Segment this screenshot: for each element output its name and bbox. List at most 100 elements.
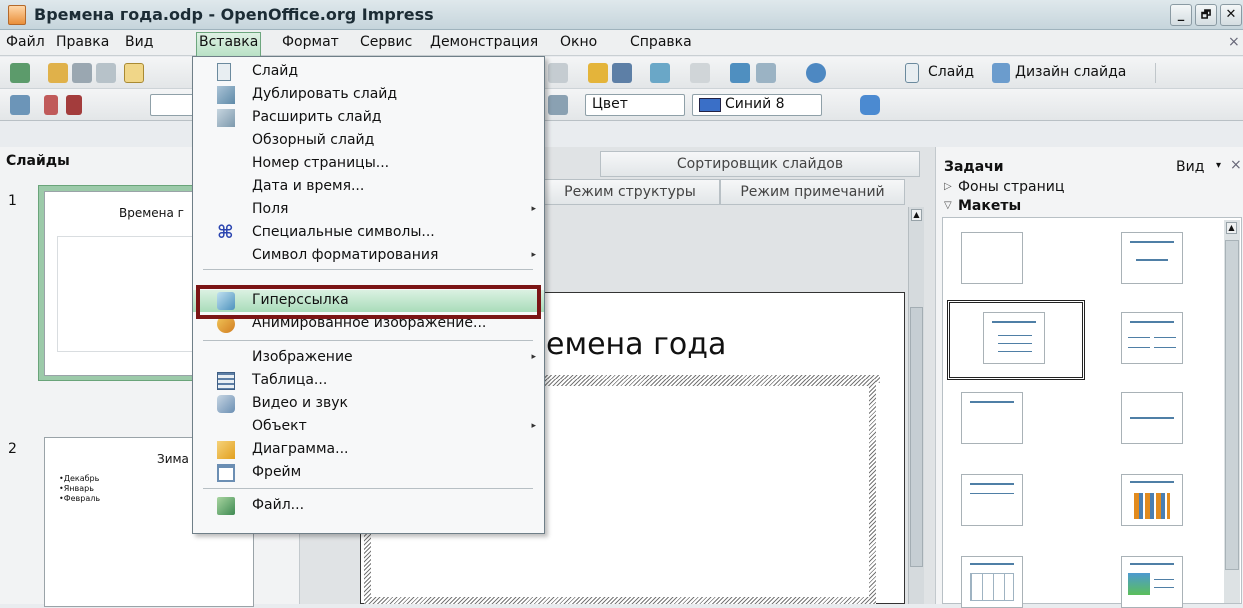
special-chars-icon: ⌘ <box>217 222 234 243</box>
menu-item-page-number[interactable]: Номер страницы... <box>193 153 544 175</box>
layout-title-image-text[interactable] <box>1121 556 1183 608</box>
menu-view[interactable]: Вид <box>125 34 153 54</box>
tasks-view-button[interactable]: Вид <box>1176 159 1204 175</box>
zoom-icon[interactable] <box>756 63 776 83</box>
layout-title-text-block[interactable] <box>961 474 1023 526</box>
layout-title-chart[interactable] <box>1121 474 1183 526</box>
menu-item-image[interactable]: Изображение ▸ <box>193 347 544 369</box>
color-value: Синий 8 <box>725 96 785 112</box>
layout-title-only[interactable] <box>1121 232 1183 284</box>
area-style-icon[interactable] <box>548 95 568 115</box>
menu-item-fields[interactable]: Поля ▸ <box>193 199 544 221</box>
menu-item-slide[interactable]: Слайд <box>193 61 544 83</box>
collapse-icon[interactable]: ▽ <box>944 200 952 211</box>
window-title: Времена года.odp - OpenOffice.org Impres… <box>34 5 434 24</box>
style-icon[interactable] <box>10 95 30 115</box>
menu-item-frame[interactable]: Фрейм <box>193 462 544 484</box>
tasks-pane-title: Задачи <box>944 159 1004 175</box>
layout-title-slide[interactable] <box>961 392 1023 444</box>
menu-item-expand-slide[interactable]: Расширить слайд <box>193 107 544 129</box>
slide-title-text[interactable]: емена года <box>546 327 726 362</box>
menu-item-duplicate-slide[interactable]: Дублировать слайд <box>193 84 544 106</box>
slide-thumb-title: Времена г <box>119 206 184 220</box>
video-audio-icon <box>217 395 235 413</box>
scroll-thumb[interactable] <box>910 307 923 567</box>
close-icon[interactable]: × <box>1230 157 1242 173</box>
menu-item-formatting-mark[interactable]: Символ форматирования ▸ <box>193 245 544 267</box>
maximize-button[interactable]: 🗗 <box>1195 4 1217 26</box>
shadow-icon[interactable] <box>860 95 880 115</box>
menu-separator <box>203 488 533 489</box>
slide-thumb-bullet: •Январь <box>59 484 94 493</box>
tab-notes[interactable]: Режим примечаний <box>720 179 905 205</box>
close-button[interactable]: ✕ <box>1220 4 1242 26</box>
menu-item-video-audio[interactable]: Видео и звук <box>193 393 544 415</box>
layout-blank[interactable] <box>961 232 1023 284</box>
layout-title-table[interactable] <box>961 556 1023 608</box>
close-document-icon[interactable]: × <box>1228 34 1240 54</box>
menu-window[interactable]: Окно <box>560 34 597 54</box>
new-slide-button[interactable]: Слайд <box>928 64 974 80</box>
slide-design-icon[interactable] <box>992 63 1010 83</box>
menu-separator <box>203 340 533 341</box>
menu-item-summary-slide[interactable]: Обзорный слайд <box>193 130 544 152</box>
line-icon[interactable] <box>44 95 58 115</box>
menu-format[interactable]: Формат <box>282 34 339 54</box>
table-icon <box>970 573 1014 601</box>
open-icon[interactable] <box>48 63 68 83</box>
line-style-combo[interactable] <box>150 94 194 116</box>
app-icon <box>8 5 26 25</box>
menu-separator <box>203 269 533 270</box>
scroll-thumb[interactable] <box>1225 240 1239 570</box>
menu-edit[interactable]: Правка <box>56 34 109 54</box>
table-icon[interactable] <box>612 63 632 83</box>
grid-icon[interactable] <box>690 63 710 83</box>
tab-slide-sorter[interactable]: Сортировщик слайдов <box>600 151 920 177</box>
color-swatch <box>699 98 721 112</box>
menu-help[interactable]: Справка <box>630 34 692 54</box>
area-style-select[interactable]: Цвет <box>585 94 685 116</box>
scroll-up-icon[interactable]: ▲ <box>911 209 922 221</box>
menu-insert[interactable]: Вставка <box>196 32 262 56</box>
section-layouts[interactable]: Макеты <box>958 198 1021 214</box>
chart-icon[interactable] <box>588 63 608 83</box>
section-master-pages[interactable]: Фоны страниц <box>958 179 1064 195</box>
vertical-scrollbar[interactable]: ▲ <box>908 207 924 604</box>
new-document-icon[interactable] <box>10 63 30 83</box>
expand-icon[interactable]: ▷ <box>944 181 952 192</box>
edit-mode-icon[interactable] <box>124 63 144 83</box>
layout-centered-text[interactable] <box>1121 392 1183 444</box>
undo-icon[interactable] <box>548 63 568 83</box>
layout-title-two-content[interactable] <box>1121 312 1183 364</box>
menu-tools[interactable]: Сервис <box>360 34 412 54</box>
slides-pane-title: Слайды <box>6 153 70 169</box>
navigator-icon[interactable] <box>730 63 750 83</box>
frame-icon <box>217 464 235 482</box>
help-icon[interactable] <box>806 63 826 83</box>
hyperlink-icon[interactable] <box>650 63 670 83</box>
scroll-up-icon[interactable]: ▲ <box>1226 222 1237 234</box>
layout-title-content[interactable] <box>983 312 1045 364</box>
menu-item-table[interactable]: Таблица... <box>193 370 544 392</box>
menu-file[interactable]: Файл <box>6 34 45 54</box>
area-color-select[interactable]: Синий 8 <box>692 94 822 116</box>
menu-item-special-characters[interactable]: ⌘ Специальные символы... <box>193 222 544 244</box>
menu-item-date-time[interactable]: Дата и время... <box>193 176 544 198</box>
layouts-panel: ▲ <box>942 217 1242 608</box>
edit-file-icon[interactable] <box>96 63 116 83</box>
menu-item-file[interactable]: Файл... <box>193 495 544 517</box>
arrow-style-icon[interactable] <box>66 95 82 115</box>
save-icon[interactable] <box>72 63 92 83</box>
menu-item-chart[interactable]: Диаграмма... <box>193 439 544 461</box>
toolbar-separator <box>1155 63 1156 83</box>
menu-slideshow[interactable]: Демонстрация <box>430 34 538 54</box>
tab-outline[interactable]: Режим структуры <box>540 179 720 205</box>
menu-item-object[interactable]: Объект ▸ <box>193 416 544 438</box>
chevron-down-icon[interactable]: ▾ <box>1216 160 1221 171</box>
drawing-toolbar: Цвет Синий 8 <box>0 89 1243 121</box>
slide-design-button[interactable]: Дизайн слайда <box>1015 64 1126 80</box>
submenu-arrow-icon: ▸ <box>531 250 536 260</box>
slide-icon[interactable] <box>905 63 919 83</box>
layouts-scrollbar[interactable]: ▲ <box>1224 220 1240 603</box>
minimize-button[interactable]: _ <box>1170 4 1192 26</box>
